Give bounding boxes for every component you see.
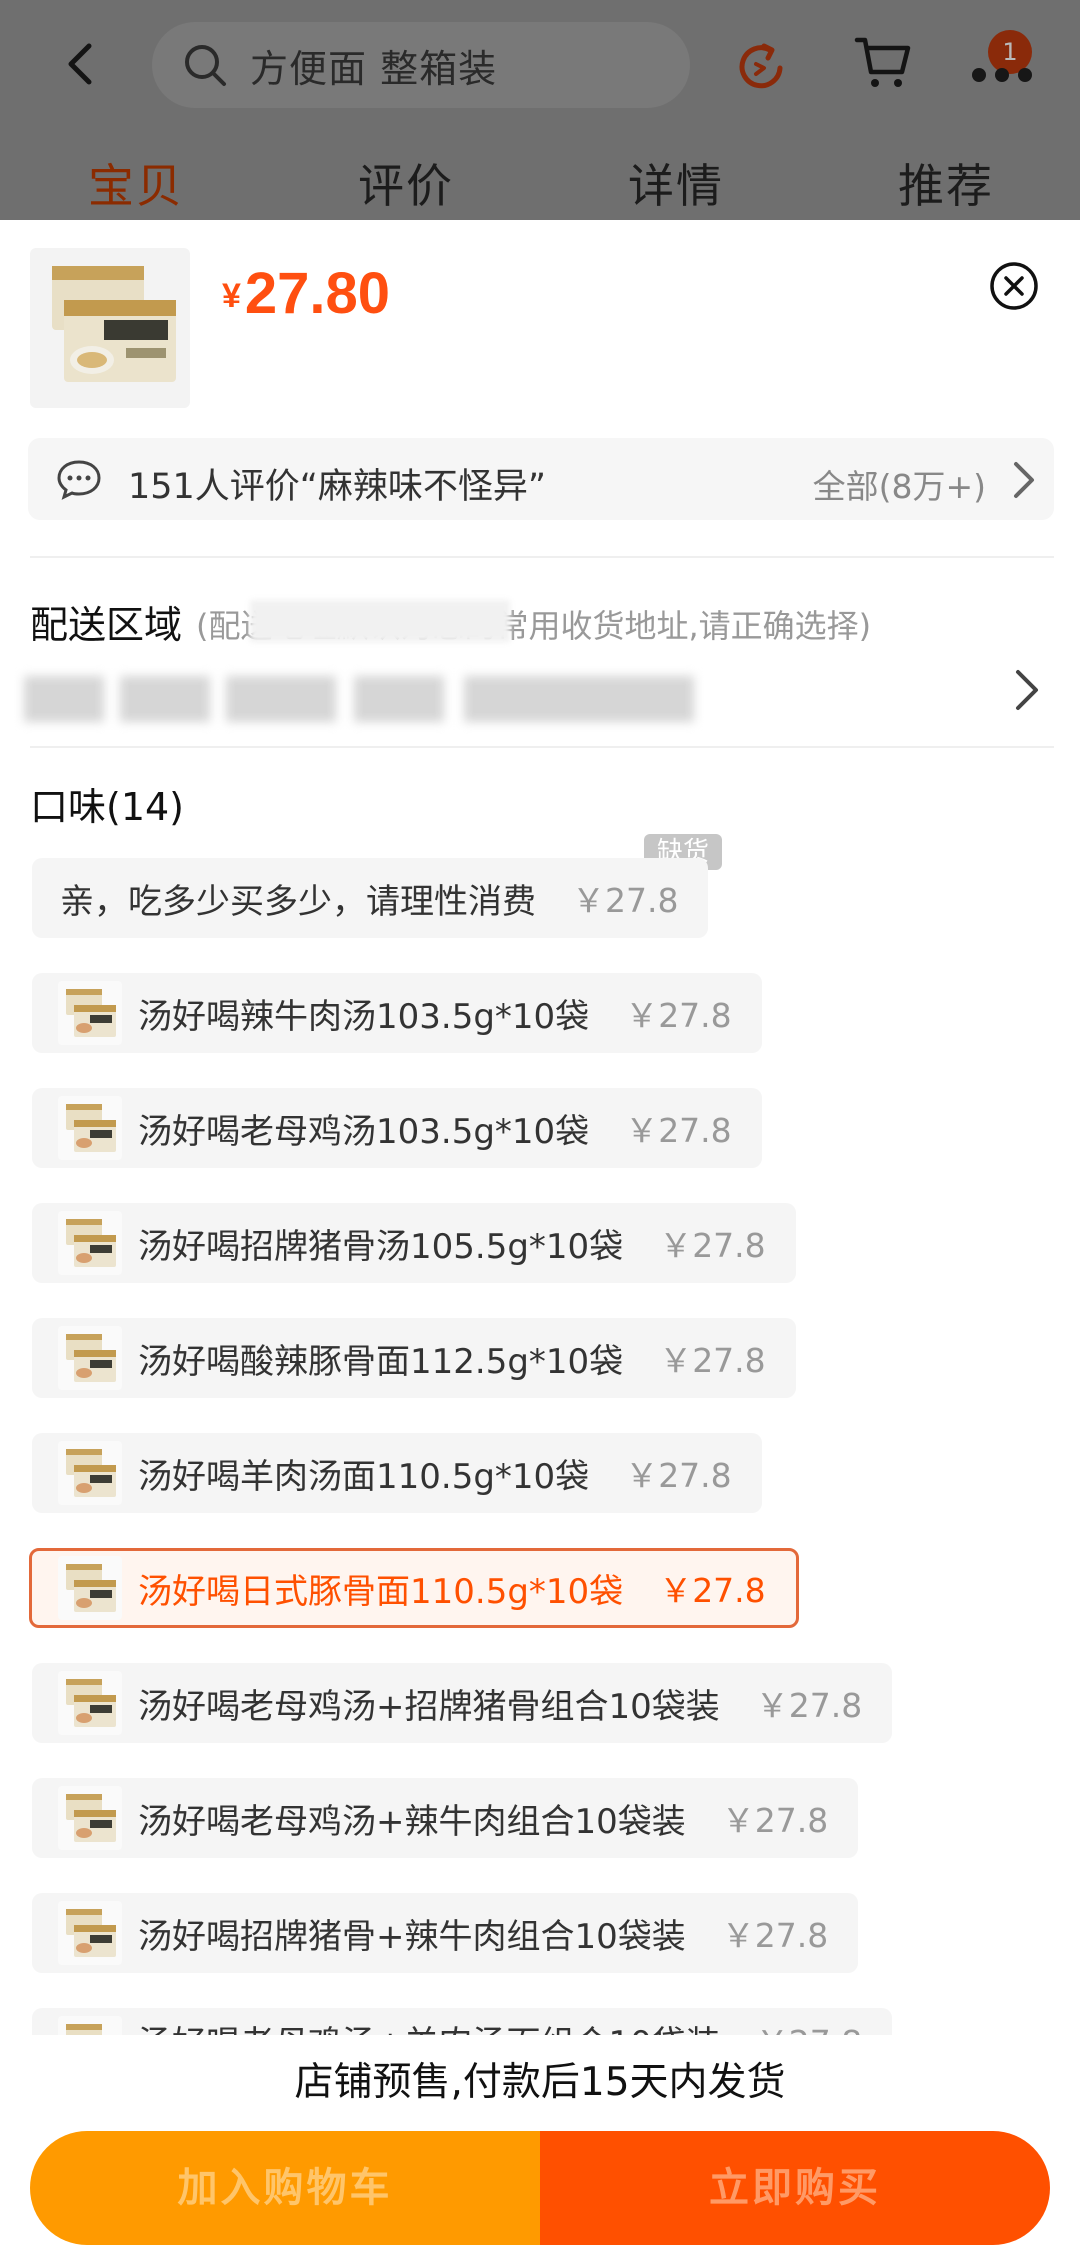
flavor-option-price: ￥27.8 (625, 1456, 732, 1495)
chevron-left-icon (68, 43, 92, 85)
flavor-option-name: 汤好喝羊肉汤面110.5g*10袋 (138, 1456, 590, 1497)
add-to-cart-button[interactable]: 加入购物车 (30, 2131, 540, 2245)
currency-symbol: ¥ (222, 277, 241, 315)
price: ¥27.80 (222, 260, 390, 327)
tab-details[interactable]: 详情 (628, 150, 724, 216)
share-icon (739, 43, 783, 89)
tab-recommend[interactable]: 推荐 (898, 150, 994, 216)
flavor-option-price: ￥27.8 (755, 1686, 863, 1725)
flavor-title: 口味(14) (30, 785, 185, 829)
search-icon (185, 45, 226, 86)
comment-icon (57, 460, 101, 500)
product-thumbnail[interactable] (30, 248, 190, 408)
flavor-option-price: ￥27.8 (572, 881, 679, 920)
close-icon (990, 262, 1038, 310)
flavor-option-price: ￥27.8 (625, 1111, 732, 1150)
flavor-option[interactable]: 汤好喝羊肉汤面110.5g*10袋 ￥27.8 (32, 1433, 762, 1513)
flavor-thumbnail (58, 1441, 122, 1505)
search-bar[interactable]: 方便面 整箱装 (152, 22, 690, 108)
flavor-option-name: 汤好喝老母鸡汤+招牌猪骨组合10袋装 (138, 1686, 720, 1727)
delivery-address-redacted[interactable] (24, 664, 714, 734)
flavor-thumbnail (58, 1096, 122, 1160)
chevron-right-icon[interactable] (1012, 668, 1042, 712)
flavor-option-name: 汤好喝酸辣豚骨面112.5g*10袋 (138, 1341, 624, 1382)
tab-bar: 宝贝 评价 详情 推荐 (0, 150, 1080, 220)
flavor-option-price: ￥27.8 (659, 1226, 766, 1265)
flavor-option-price: ￥27.8 (721, 1801, 829, 1840)
flavor-option[interactable]: 汤好喝老母鸡汤+招牌猪骨组合10袋装 ￥27.8 (32, 1663, 893, 1743)
flavor-option[interactable]: 汤好喝招牌猪骨汤105.5g*10袋 ￥27.8 (32, 1203, 796, 1283)
price-value: 27.80 (244, 261, 391, 326)
more-button[interactable]: 1 (970, 30, 1032, 92)
search-text: 方便面 整箱装 (250, 46, 498, 91)
close-button[interactable] (988, 260, 1040, 312)
flavor-option[interactable]: 汤好喝老母鸡汤103.5g*10袋 ￥27.8 (32, 1088, 762, 1168)
flavor-option-name: 汤好喝日式豚骨面110.5g*10袋 (138, 1571, 624, 1612)
cart-icon (854, 37, 911, 87)
flavor-option-name: 汤好喝招牌猪骨汤105.5g*10袋 (138, 1226, 624, 1267)
flavor-option-name: 亲，吃多少买多少，请理性消费 (60, 881, 536, 922)
flavor-option-name: 汤好喝老母鸡汤103.5g*10袋 (138, 1111, 590, 1152)
flavor-option[interactable]: 汤好喝老母鸡汤+辣牛肉组合10袋装 ￥27.8 (32, 1778, 859, 1858)
share-button[interactable] (734, 38, 790, 94)
review-text: 151人评价“麻辣味不怪异” (128, 467, 547, 507)
flavor-option[interactable]: 亲，吃多少买多少，请理性消费 ￥27.8 (32, 858, 709, 938)
divider (30, 746, 1054, 748)
presale-notice: 店铺预售,付款后15天内发货 (294, 2060, 786, 2105)
sku-sheet: ¥27.80 151人评价“麻辣味不怪异” 全部(8万+) 配送区域 (配送地址… (0, 220, 1080, 2254)
flavor-option-name: 汤好喝老母鸡汤+辣牛肉组合10袋装 (138, 1801, 686, 1842)
more-dots-icon (972, 68, 1032, 82)
delivery-region-label: 配送区域 (30, 603, 183, 647)
tab-reviews[interactable]: 评价 (358, 150, 454, 216)
chevron-right-icon (1014, 462, 1034, 498)
flavor-option[interactable]: 汤好喝日式豚骨面110.5g*10袋 ￥27.8 (29, 1548, 799, 1628)
flavor-thumbnail (58, 1326, 122, 1390)
review-summary[interactable]: 151人评价“麻辣味不怪异” 全部(8万+) (28, 438, 1054, 520)
buy-now-button[interactable]: 立即购买 (540, 2131, 1050, 2245)
divider (30, 556, 1054, 558)
flavor-option-price: ￥27.8 (625, 996, 732, 1035)
flavor-option-name: 汤好喝招牌猪骨+辣牛肉组合10袋装 (138, 1916, 686, 1957)
flavor-thumbnail (58, 1671, 122, 1735)
flavor-option-name: 汤好喝辣牛肉汤103.5g*10袋 (138, 996, 590, 1037)
flavor-option-price: ￥27.8 (659, 1571, 766, 1610)
bottom-bar: 店铺预售,付款后15天内发货 加入购物车 立即购买 (0, 2035, 1080, 2254)
flavor-thumbnail (58, 1211, 122, 1275)
flavor-option[interactable]: 汤好喝招牌猪骨+辣牛肉组合10袋装 ￥27.8 (32, 1893, 859, 1973)
flavor-thumbnail (58, 1786, 122, 1850)
flavor-option-price: ￥27.8 (721, 1916, 829, 1955)
redacted-text (250, 600, 510, 642)
back-button[interactable] (58, 38, 102, 90)
flavor-option[interactable]: 汤好喝酸辣豚骨面112.5g*10袋 ￥27.8 (32, 1318, 796, 1398)
cart-button[interactable] (854, 34, 912, 92)
product-package-image (52, 266, 176, 382)
flavor-option[interactable]: 汤好喝辣牛肉汤103.5g*10袋 ￥27.8 (32, 973, 762, 1053)
flavor-option-price: ￥27.8 (659, 1341, 766, 1380)
flavor-thumbnail (58, 1556, 122, 1620)
flavor-thumbnail (58, 981, 122, 1045)
top-bar: 方便面 整箱装 1 宝贝 评价 详情 推荐 (0, 0, 1080, 220)
flavor-thumbnail (58, 1901, 122, 1965)
review-all-link[interactable]: 全部(8万+) (813, 460, 986, 508)
tab-item[interactable]: 宝贝 (88, 150, 184, 216)
